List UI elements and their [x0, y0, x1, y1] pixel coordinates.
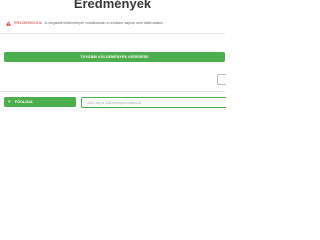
home-button-label: FŐOLDAL [14, 100, 34, 104]
results-page: Eredmények RR415099001HU A megadott küld… [0, 0, 226, 225]
home-button[interactable]: « FŐOLDAL [4, 97, 76, 107]
chevron-double-left-icon: « [8, 99, 11, 105]
warning-icon [6, 20, 11, 26]
alert-tracking-code: RR415099001HU [14, 21, 43, 25]
option-checkbox[interactable] [217, 74, 226, 85]
alert-message: A megadott küldeményre vonatkozóan a ren… [44, 21, 164, 25]
search-input[interactable] [82, 99, 217, 106]
divider [0, 33, 225, 34]
divider [0, 91, 225, 92]
tracking-search-field[interactable] [81, 97, 226, 108]
page-title: Eredmények [73, 0, 152, 11]
error-alert: RR415099001HU A megadott küldeményre von… [6, 18, 225, 28]
more-search-button[interactable]: TOVÁBBI KÜLDEMÉNYEK KERESÉSE [4, 52, 225, 62]
